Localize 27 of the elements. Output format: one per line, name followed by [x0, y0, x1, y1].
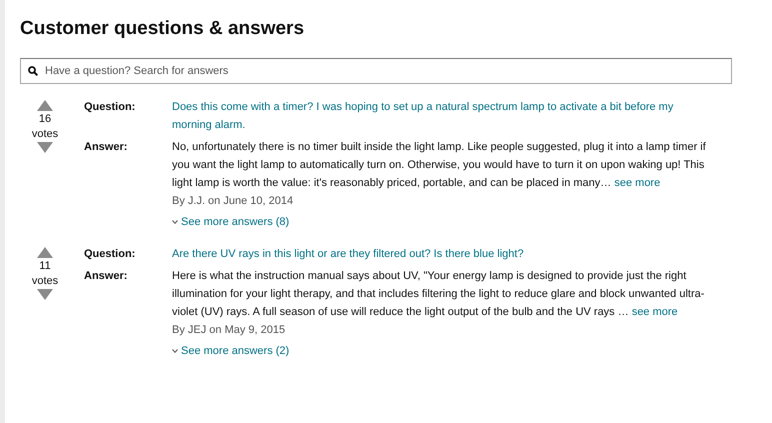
upvote-icon[interactable]: [37, 246, 53, 258]
see-more-answers-link[interactable]: See more answers (2): [172, 342, 290, 360]
downvote-icon[interactable]: [37, 142, 53, 152]
answer-text: Here is what the instruction manual says about UV, "Your energy lamp is designed to provide just the right illumination for your light therapy, and that includes filtering the light to reduce glare and block unwanted ultra-violet (UV) rays. A full season of use will reduce the light output of the bulb and the UV rays … see more: [172, 268, 706, 320]
answer-byline: By J.J. on June 10, 2014: [172, 194, 294, 208]
see-more-link[interactable]: see more: [614, 176, 660, 188]
votes-label: votes: [32, 274, 58, 288]
see-more-link[interactable]: see more: [632, 306, 678, 318]
answer-byline: By JEJ on May 9, 2015: [172, 322, 286, 338]
question-label: Question:: [84, 100, 136, 114]
section-title: Customer questions & answers: [20, 17, 306, 41]
chevron-down-icon: [172, 348, 178, 352]
question-link[interactable]: Are there UV rays in this light or are they filtered out? Is there blue light?: [172, 244, 702, 262]
search-icon: [28, 66, 38, 76]
votes-label: votes: [32, 126, 58, 142]
upvote-icon[interactable]: [37, 100, 53, 110]
see-more-answers-link[interactable]: See more answers (8): [172, 212, 290, 230]
vote-count: 16: [38, 112, 52, 126]
answer-label: Answer:: [84, 140, 128, 154]
search-field[interactable]: Have a question? Search for answers: [20, 58, 732, 84]
answer-label: Answer:: [84, 268, 128, 284]
chevron-down-icon: [172, 220, 178, 224]
vote-count: 11: [39, 258, 51, 274]
question-label: Question:: [84, 246, 136, 262]
answer-text: No, unfortunately there is no timer built inside the light lamp. Like people suggested, plug it into a lamp timer if you want the light lamp to automatically turn on. Otherwise, you would have to turn it on upon waking up! This light lamp is worth the value: it's reasonably priced, portable, and can be placed in many… see more: [172, 140, 707, 190]
question-link[interactable]: Does this come with a timer? I was hoping to set up a natural spectrum lamp to activate a bit before my morning alarm.: [172, 98, 702, 134]
downvote-icon[interactable]: [37, 288, 53, 300]
